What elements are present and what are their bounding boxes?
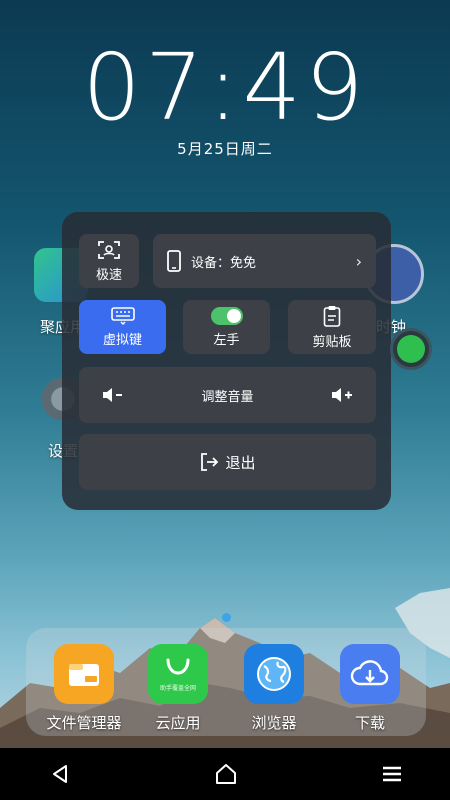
device-label: 设备：免免 <box>191 255 257 271</box>
dock-label-download: 下载 <box>354 714 385 732</box>
lockscreen-date: 5月25日周二 <box>177 140 273 158</box>
virtual-keys-button[interactable]: 虚拟键 <box>79 300 166 354</box>
cloud-download-icon <box>340 644 400 704</box>
lockscreen-time: 07:49 <box>82 34 368 141</box>
app-dock: 文件管理器 助手覆盖全网 云应用 浏览器 下载 <box>26 628 426 736</box>
cloud-app-tagline: 助手覆盖全网 <box>159 684 196 692</box>
home-icon <box>216 764 236 784</box>
menu-icon <box>383 766 401 782</box>
quick-control-panel: 极速 设备：免免 › 虚拟键 左手 剪贴板 调整音量 退出 <box>62 212 391 510</box>
floating-ball[interactable] <box>390 328 432 370</box>
dock-app-file-manager[interactable]: 文件管理器 <box>39 644 129 733</box>
exit-icon <box>201 453 219 471</box>
left-hand-toggle[interactable]: 左手 <box>183 300 270 354</box>
speed-label: 极速 <box>95 267 122 283</box>
back-triangle-icon <box>53 765 67 783</box>
dock-label-file-manager: 文件管理器 <box>46 714 122 732</box>
volume-label: 调整音量 <box>201 389 254 405</box>
folder-icon <box>54 644 114 704</box>
keyboard-icon <box>110 306 135 325</box>
clipboard-icon <box>323 305 341 327</box>
nav-back-button[interactable] <box>40 758 80 790</box>
exit-label: 退出 <box>225 453 256 472</box>
globe-icon <box>244 644 304 704</box>
volume-up-icon[interactable] <box>330 386 354 404</box>
floating-ball-inner <box>397 335 425 363</box>
scan-speed-icon <box>98 240 120 259</box>
exit-button[interactable]: 退出 <box>79 434 376 490</box>
phone-icon <box>167 250 181 272</box>
dock-app-cloud-apps[interactable]: 助手覆盖全网 云应用 <box>133 644 223 733</box>
speed-button[interactable]: 极速 <box>79 234 139 288</box>
left-hand-label: 左手 <box>213 332 240 348</box>
clipboard-button[interactable]: 剪贴板 <box>288 300 376 354</box>
cloud-app-bag-icon: 助手覆盖全网 <box>148 644 208 704</box>
chevron-right-icon: › <box>355 251 362 271</box>
dock-app-download[interactable]: 下载 <box>325 644 415 733</box>
clipboard-label: 剪贴板 <box>312 334 352 350</box>
dock-app-browser[interactable]: 浏览器 <box>229 644 319 733</box>
volume-control[interactable]: 调整音量 <box>79 367 376 423</box>
page-indicator <box>222 613 231 622</box>
device-selector[interactable]: 设备：免免 › <box>153 234 376 288</box>
nav-home-button[interactable] <box>206 758 246 790</box>
dock-label-cloud-apps: 云应用 <box>155 714 201 732</box>
virtual-keys-label: 虚拟键 <box>102 332 142 348</box>
left-hand-switch[interactable] <box>210 306 243 325</box>
dock-label-browser: 浏览器 <box>251 714 297 732</box>
nav-menu-button[interactable] <box>372 758 412 790</box>
volume-down-icon[interactable] <box>101 386 125 404</box>
navigation-bar <box>0 748 450 800</box>
